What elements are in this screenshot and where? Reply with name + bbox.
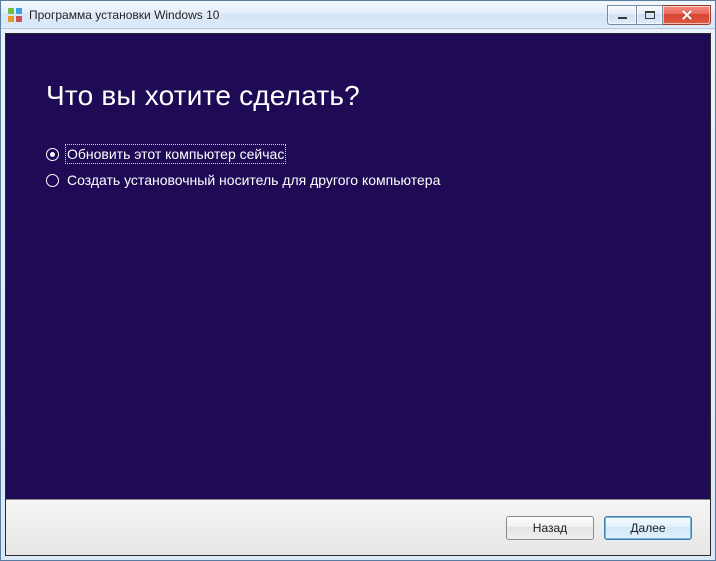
option-create-media[interactable]: Создать установочный носитель для другог… [46, 172, 670, 188]
option-label: Обновить этот компьютер сейчас [67, 146, 284, 162]
next-button[interactable]: Далее [604, 516, 692, 540]
window-controls [607, 5, 711, 25]
option-label: Создать установочный носитель для другог… [67, 172, 440, 188]
radio-icon [46, 174, 59, 187]
maximize-icon [645, 11, 655, 19]
close-button[interactable] [663, 5, 711, 25]
footer-bar: Назад Далее [6, 499, 710, 555]
minimize-icon [618, 17, 627, 19]
page-title: Что вы хотите сделать? [46, 80, 670, 112]
back-button[interactable]: Назад [506, 516, 594, 540]
window-title: Программа установки Windows 10 [29, 8, 607, 22]
close-icon [681, 10, 693, 20]
radio-icon [46, 148, 59, 161]
window-frame: Программа установки Windows 10 Что вы хо… [0, 0, 716, 561]
option-upgrade-now[interactable]: Обновить этот компьютер сейчас [46, 146, 670, 162]
titlebar[interactable]: Программа установки Windows 10 [1, 1, 715, 29]
main-content: Что вы хотите сделать? Обновить этот ком… [6, 34, 710, 499]
minimize-button[interactable] [607, 5, 636, 25]
options-group: Обновить этот компьютер сейчас Создать у… [46, 146, 670, 188]
content-frame: Что вы хотите сделать? Обновить этот ком… [5, 33, 711, 556]
app-icon [7, 7, 23, 23]
maximize-button[interactable] [636, 5, 663, 25]
